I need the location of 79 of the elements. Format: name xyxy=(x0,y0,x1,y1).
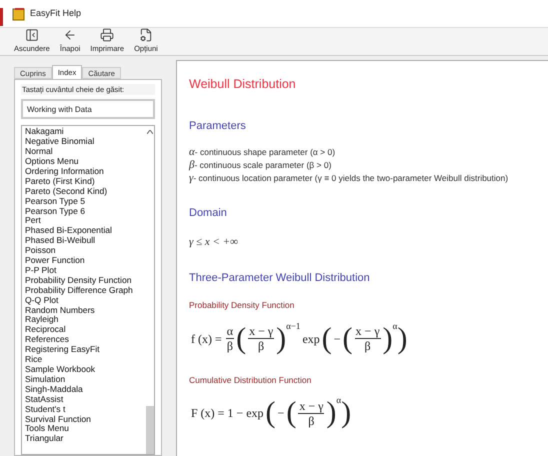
index-item[interactable]: Phased Bi-Weibull xyxy=(25,236,145,246)
formula-label: Probability Density Function xyxy=(189,298,296,312)
scrollbar-thumb[interactable] xyxy=(146,406,154,454)
domain-formula: γ ≤ x < +∞ xyxy=(189,234,239,250)
parameter-symbol: α xyxy=(189,146,195,160)
parenthesis: ) xyxy=(397,324,408,354)
index-item[interactable]: Singh-Maddala xyxy=(25,384,145,395)
index-item[interactable]: Registering EasyFit xyxy=(25,345,145,356)
index-item[interactable]: Probability Difference Graph xyxy=(25,286,145,296)
window-title: EasyFit Help xyxy=(30,6,82,20)
index-item[interactable]: Poisson xyxy=(25,246,145,256)
index-item[interactable]: Negative Binomial xyxy=(25,137,145,148)
index-item[interactable]: Sample Workbook xyxy=(25,365,145,375)
formula-text: f (x) = xyxy=(191,330,222,348)
index-item[interactable]: References xyxy=(25,335,145,346)
parenthesis: ( xyxy=(266,398,276,428)
index-item[interactable]: Simulation xyxy=(25,374,145,385)
denominator: β xyxy=(226,339,233,353)
index-item[interactable]: StatAssist xyxy=(25,394,145,405)
index-item[interactable]: Ordering Information xyxy=(25,166,145,177)
index-item[interactable]: Student's t xyxy=(25,404,145,415)
keyword-input[interactable]: Working with Data xyxy=(21,99,155,120)
numerator: x − γ xyxy=(354,324,381,338)
index-item[interactable]: Normal xyxy=(25,147,145,157)
index-item[interactable]: Random Numbers xyxy=(25,306,145,316)
parenthesis: ) xyxy=(276,324,286,354)
index-item[interactable]: Pareto (First Kind) xyxy=(25,176,145,187)
denominator: β xyxy=(258,339,264,353)
section-heading: Domain xyxy=(189,206,228,222)
section-heading: Parameters xyxy=(189,118,247,134)
section-heading: Three-Parameter Weibull Distribution xyxy=(189,271,371,286)
help-book-icon xyxy=(12,6,26,20)
denominator: β xyxy=(364,339,371,353)
parameter-symbol: γ xyxy=(189,172,194,186)
index-item[interactable]: Options Menu xyxy=(25,156,145,167)
parenthesis: ( xyxy=(236,324,246,354)
index-item[interactable]: Survival Function xyxy=(25,414,145,424)
index-item[interactable]: Pearson Type 5 xyxy=(25,196,145,206)
parenthesis: ( xyxy=(286,398,296,428)
parenthesis: ) xyxy=(326,398,336,428)
index-item[interactable]: Pearson Type 6 xyxy=(25,206,145,216)
formula-text: exp xyxy=(302,330,320,348)
parameter-symbol: β xyxy=(189,159,194,172)
parameter-description: - continuous location parameter (γ ≡ 0 yields the two-parameter Weibull distribution) xyxy=(193,172,508,186)
index-item[interactable]: Pareto (Second Kind) xyxy=(25,186,145,197)
formula-text: − xyxy=(334,330,341,348)
index-item[interactable]: Tools Menu xyxy=(25,424,145,434)
parenthesis: ( xyxy=(342,324,353,354)
index-item[interactable]: Triangular xyxy=(25,434,145,444)
parameter-description: - continuous scale parameter (β > 0) xyxy=(194,159,332,172)
index-item[interactable]: Q-Q Plot xyxy=(25,296,145,306)
index-item[interactable]: Phased Bi-Exponential xyxy=(25,226,145,236)
index-item[interactable]: Pert xyxy=(25,216,145,226)
formula-label: Cumulative Distribution Function xyxy=(189,374,312,386)
exponent: α xyxy=(336,394,342,408)
exponent: α−1 xyxy=(286,320,300,332)
index-item[interactable]: Reciprocal xyxy=(25,325,145,336)
index-item[interactable]: Nakagami xyxy=(25,127,145,138)
printer-icon xyxy=(100,28,114,42)
parameter-description: - continuous shape parameter (α > 0) xyxy=(194,146,336,160)
index-item[interactable]: Power Function xyxy=(25,256,145,266)
formula-text: − xyxy=(278,405,284,422)
denominator: β xyxy=(308,414,314,428)
numerator: α xyxy=(226,324,234,338)
formula-text: F (x) = 1 − exp xyxy=(191,405,264,422)
numerator: x − γ xyxy=(248,324,274,338)
scroll-up-icon xyxy=(146,130,152,134)
hide-panel-icon xyxy=(24,28,39,42)
parenthesis: ( xyxy=(322,324,332,354)
exponent: α xyxy=(392,320,398,332)
numerator: x − γ xyxy=(298,398,324,413)
parenthesis: ) xyxy=(341,398,352,428)
topic-title: Weibull Distribution xyxy=(189,76,297,93)
index-item[interactable]: Probability Density Function xyxy=(25,276,145,286)
index-item[interactable]: Rayleigh xyxy=(25,315,145,326)
parenthesis: ) xyxy=(382,324,393,354)
index-item[interactable]: P-P Plot xyxy=(25,266,145,276)
index-item[interactable]: Rice xyxy=(25,355,145,365)
document-gear-icon xyxy=(138,28,153,42)
